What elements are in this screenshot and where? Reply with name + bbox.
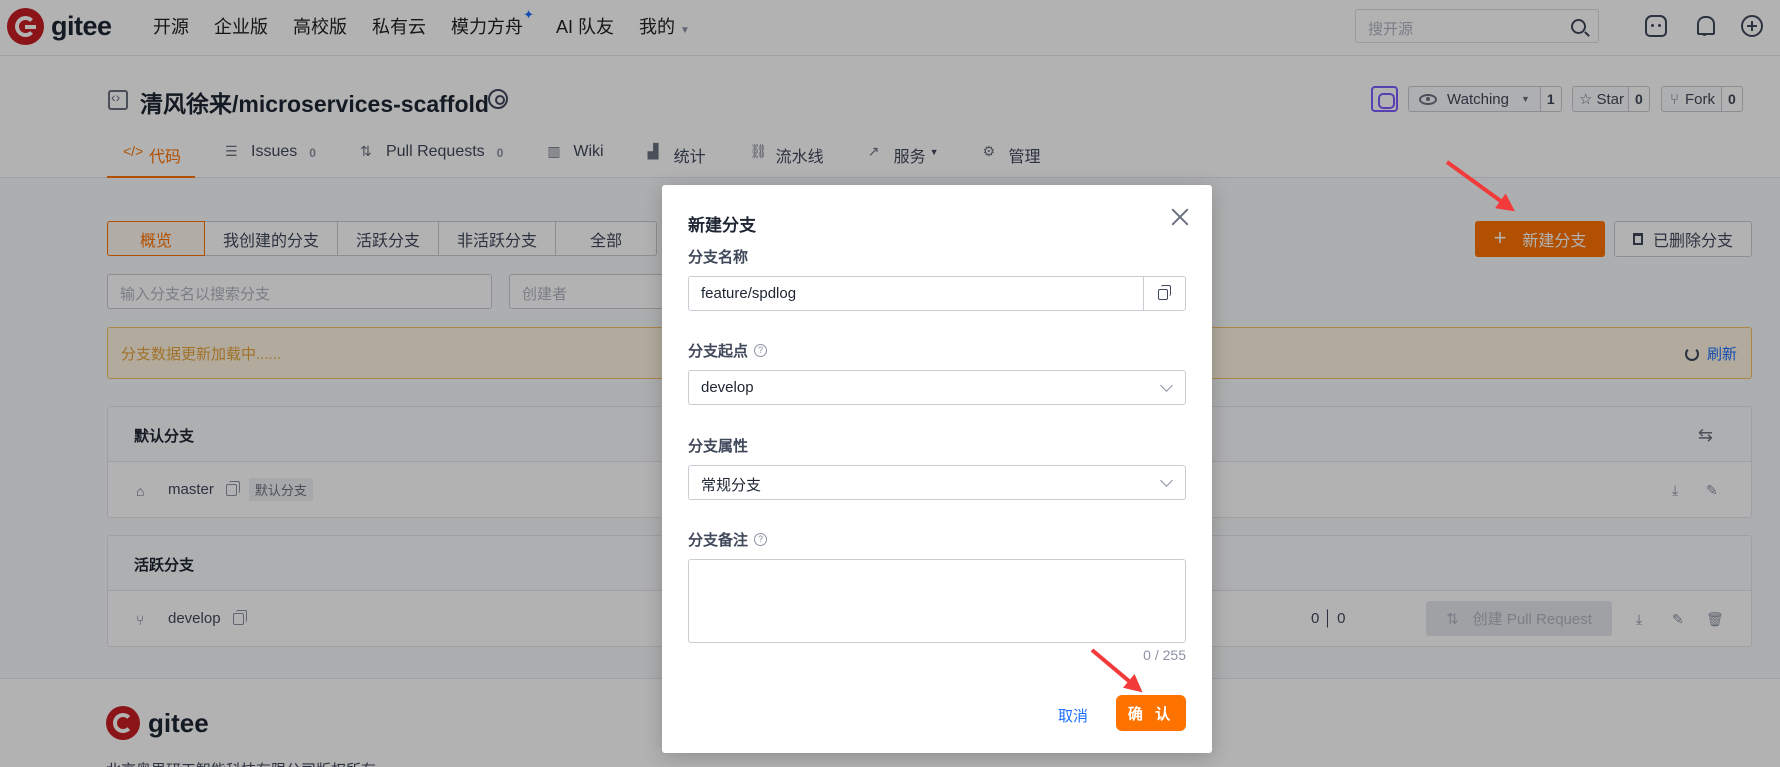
branch-attr-label: 分支属性 — [688, 438, 749, 455]
branch-origin-label-text: 分支起点 — [688, 343, 749, 360]
branch-origin-select[interactable]: develop — [688, 370, 1186, 405]
help-icon[interactable]: ? — [754, 533, 768, 546]
branch-name-label: 分支名称 — [688, 249, 749, 266]
branch-note-textarea[interactable] — [688, 559, 1186, 643]
chevron-down-icon — [1160, 474, 1173, 487]
branch-note-label-text: 分支备注 — [688, 532, 749, 549]
close-icon[interactable] — [1170, 207, 1190, 227]
branch-origin-value: develop — [701, 379, 754, 396]
help-icon[interactable]: ? — [754, 344, 768, 357]
copy-button[interactable] — [1143, 277, 1185, 310]
copy-icon — [1158, 285, 1171, 300]
branch-attr-value: 常规分支 — [701, 477, 762, 494]
branch-name-value: feature/spdlog — [701, 285, 797, 302]
branch-name-field[interactable]: feature/spdlog — [688, 276, 1186, 311]
confirm-button[interactable]: 确 认 — [1116, 695, 1186, 731]
chevron-down-icon — [1160, 379, 1173, 392]
branch-note-label: 分支备注? — [688, 529, 768, 550]
branch-attr-select[interactable]: 常规分支 — [688, 465, 1186, 500]
cancel-button[interactable]: 取消 — [1058, 705, 1088, 726]
char-count: 0 / 255 — [1143, 647, 1186, 663]
new-branch-dialog: 新建分支 分支名称 feature/spdlog 分支起点? develop 分… — [662, 185, 1212, 753]
dialog-title: 新建分支 — [688, 216, 756, 235]
branch-origin-label: 分支起点? — [688, 340, 768, 361]
